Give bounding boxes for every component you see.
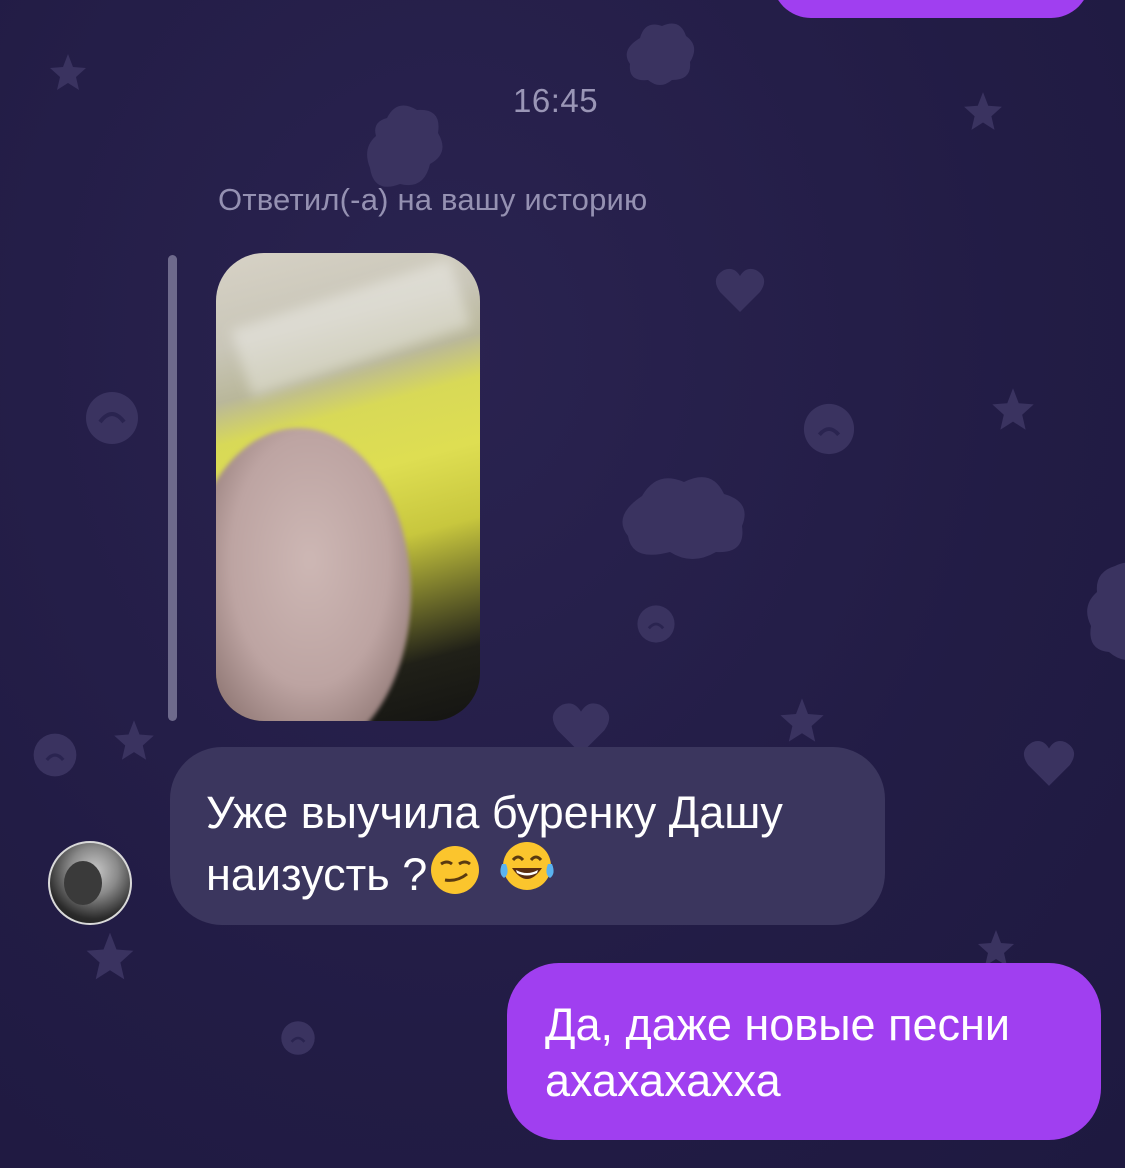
star-doodle-icon: [84, 930, 136, 982]
photo-detail: [230, 259, 472, 397]
outgoing-message-bubble[interactable]: Да, даже новые песни ахахахахха: [507, 963, 1101, 1140]
smirking-face-emoji-icon: [427, 844, 483, 908]
story-reply-caption: Ответил(-а) на вашу историю: [218, 182, 648, 217]
sender-avatar[interactable]: [48, 841, 132, 925]
photo-detail: [216, 428, 411, 721]
star-doodle-icon: [778, 696, 826, 744]
incoming-message-text: Уже выучила буренку Дашу наизусть ?: [206, 787, 783, 900]
chat-thread: 16:45 Ответил(-а) на вашу историю Уже вы…: [0, 0, 1125, 1168]
smiley-doodle-icon: [636, 604, 676, 644]
star-doodle-icon: [112, 718, 156, 762]
outgoing-message-line: Да, даже новые песни: [545, 999, 1010, 1050]
reply-indicator-bar: [168, 255, 177, 721]
star-doodle-icon: [990, 386, 1036, 432]
incoming-message-bubble[interactable]: Уже выучила буренку Дашу наизусть ?: [170, 747, 885, 925]
tears-of-joy-emoji-icon: [496, 840, 558, 908]
heart-doodle-icon: [1022, 738, 1076, 788]
smiley-doodle-icon: [32, 732, 78, 778]
avatar-photo: [64, 861, 102, 905]
heart-doodle-icon: [714, 266, 766, 314]
cloud-doodle-icon: [612, 466, 752, 566]
story-thumbnail[interactable]: [216, 253, 480, 721]
outgoing-message-line: ахахахахха: [545, 1055, 781, 1106]
cloud-doodle-icon: [620, 18, 700, 90]
cloud-doodle-icon: [1085, 556, 1125, 666]
previous-outgoing-message-bubble[interactable]: [772, 0, 1090, 18]
star-doodle-icon: [976, 928, 1016, 968]
smiley-doodle-icon: [280, 1020, 316, 1056]
message-timestamp: 16:45: [513, 82, 599, 119]
smiley-doodle-icon: [84, 390, 140, 446]
smiley-doodle-icon: [802, 402, 856, 456]
